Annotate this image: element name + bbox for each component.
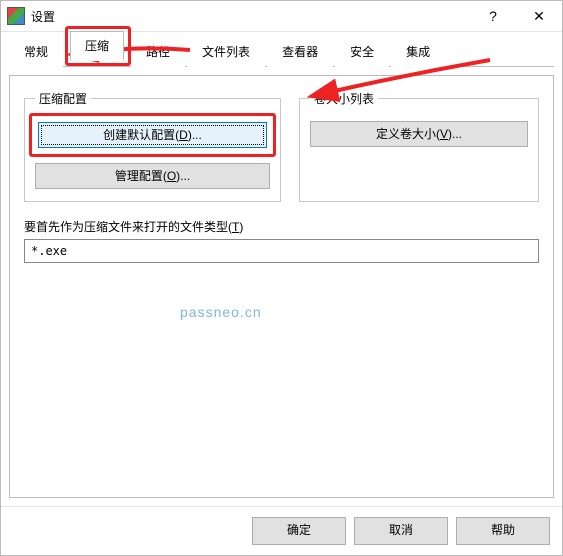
define-volume-size-button[interactable]: 定义卷大小(V)... [310, 121, 528, 147]
group-volume-list-legend: 卷大小列表 [310, 90, 378, 107]
tab-panel-compression: 压缩配置 创建默认配置(D)... 管理配置(O)... 卷大小列表 定义卷大小… [9, 75, 554, 498]
annotation-button-highlight: 创建默认配置(D)... [29, 113, 276, 157]
group-volume-list: 卷大小列表 定义卷大小(V)... [299, 90, 539, 202]
group-row: 压缩配置 创建默认配置(D)... 管理配置(O)... 卷大小列表 定义卷大小… [24, 90, 539, 202]
manage-profiles-button[interactable]: 管理配置(O)... [35, 163, 270, 189]
app-icon [7, 7, 25, 25]
window-title: 设置 [31, 8, 470, 25]
tab-viewer[interactable]: 查看器 [267, 37, 333, 67]
tab-compression[interactable]: 压缩 [70, 31, 124, 61]
close-button[interactable]: ✕ [516, 1, 562, 31]
annotation-tab-highlight: 压缩 [65, 26, 131, 66]
cancel-button[interactable]: 取消 [354, 517, 448, 545]
ok-button[interactable]: 确定 [252, 517, 346, 545]
help-button[interactable]: ? [470, 1, 516, 31]
filetype-label: 要首先作为压缩文件来打开的文件类型(T) [24, 218, 539, 235]
tab-paths[interactable]: 路径 [131, 37, 185, 67]
tab-strip: 常规 压缩 路径 文件列表 查看器 安全 集成 [1, 32, 562, 66]
tab-filelist[interactable]: 文件列表 [187, 37, 265, 67]
filetype-input[interactable] [24, 239, 539, 263]
settings-window: 设置 ? ✕ 常规 压缩 路径 文件列表 查看器 安全 集成 压缩配置 创建默认… [0, 0, 563, 556]
help-footer-button[interactable]: 帮助 [456, 517, 550, 545]
create-default-profile-button[interactable]: 创建默认配置(D)... [38, 122, 267, 148]
dialog-footer: 确定 取消 帮助 [1, 506, 562, 555]
tab-integration[interactable]: 集成 [391, 37, 445, 67]
tab-general[interactable]: 常规 [9, 37, 63, 67]
group-compress-profile-legend: 压缩配置 [35, 90, 91, 107]
watermark-text: passneo.cn [180, 304, 262, 320]
group-compress-profile: 压缩配置 创建默认配置(D)... 管理配置(O)... [24, 90, 281, 202]
tab-security[interactable]: 安全 [335, 37, 389, 67]
